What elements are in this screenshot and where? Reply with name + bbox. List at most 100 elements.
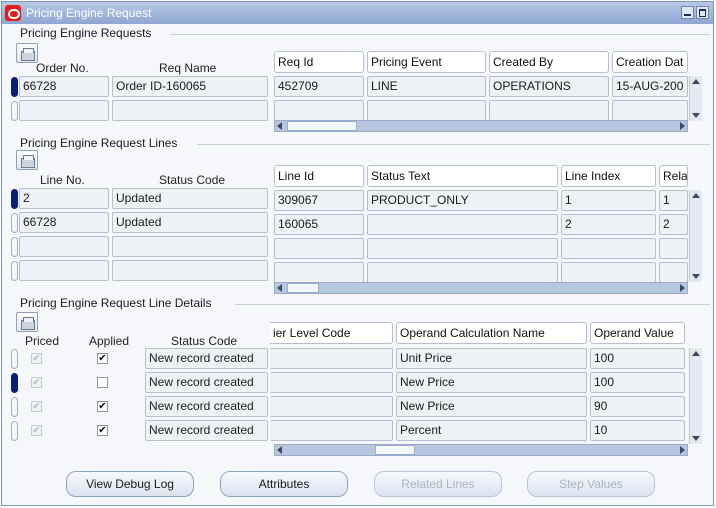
scroll-down-icon[interactable] [692,274,700,279]
line-index-cell[interactable]: 1 [561,190,656,211]
req-name-cell[interactable]: Order ID-160065 [112,76,268,97]
scroll-thumb[interactable] [287,121,357,131]
scroll-up-icon[interactable] [692,351,700,356]
line-id-cell[interactable] [274,262,364,283]
scroll-left-icon[interactable] [277,284,282,292]
scroll-up-icon[interactable] [692,193,700,198]
scroll-left-icon[interactable] [277,122,282,130]
row-selector[interactable] [11,77,18,97]
col-header-status-text[interactable]: Status Text [367,165,558,187]
order-no-cell[interactable] [19,100,109,121]
creation-date-cell[interactable]: 15-AUG-200 [612,76,688,97]
row-selector[interactable] [11,237,18,257]
row-selector[interactable] [11,101,18,121]
operand-value-cell[interactable]: 100 [590,348,685,369]
req-id-cell[interactable] [274,100,364,121]
col-header-operand-value[interactable]: Operand Value [590,322,685,344]
status-code-cell[interactable]: Updated [112,212,268,233]
row-selector[interactable] [11,397,18,417]
status-code-cell[interactable]: New record created [145,372,268,393]
scroll-right-icon[interactable] [680,284,685,292]
scroll-up-icon[interactable] [692,79,700,84]
scroll-down-icon[interactable] [692,436,700,441]
req-id-cell[interactable]: 452709 [274,76,364,97]
operand-calc-name-cell[interactable]: New Price [396,372,587,393]
rela-cell[interactable]: 2 [659,214,688,235]
col-header-line-id[interactable]: Line Id [274,165,364,187]
folder-icon[interactable] [16,43,38,63]
line-no-cell[interactable]: 66728 [19,212,109,233]
rela-cell[interactable] [659,262,688,283]
status-text-cell[interactable] [367,262,558,283]
modifier-level-code-cell[interactable] [270,348,393,369]
line-index-cell[interactable] [561,262,656,283]
col-header-operand-calculation-name[interactable]: Operand Calculation Name [396,322,587,344]
line-index-cell[interactable]: 2 [561,214,656,235]
vertical-scrollbar[interactable] [689,348,702,444]
scroll-thumb[interactable] [287,283,319,293]
operand-calc-name-cell[interactable]: Unit Price [396,348,587,369]
status-code-cell[interactable]: New record created [145,396,268,417]
operand-value-cell[interactable]: 100 [590,372,685,393]
horizontal-scrollbar[interactable] [274,282,688,294]
col-header-pricing-event[interactable]: Pricing Event [367,51,486,73]
scroll-down-icon[interactable] [692,113,700,118]
created-by-cell[interactable]: OPERATIONS [489,76,609,97]
view-debug-log-button[interactable]: View Debug Log [66,471,194,497]
status-code-cell[interactable]: New record created [145,348,268,369]
rela-cell[interactable]: 1 [659,190,688,211]
horizontal-scrollbar[interactable] [274,120,688,132]
row-selector[interactable] [11,421,18,441]
modifier-level-code-cell[interactable] [270,420,393,441]
status-code-cell[interactable]: New record created [145,420,268,441]
status-text-cell[interactable] [367,214,558,235]
modifier-level-code-cell[interactable] [270,372,393,393]
vertical-scrollbar[interactable] [689,190,702,282]
operand-calc-name-cell[interactable]: Percent [396,420,587,441]
attributes-button[interactable]: Attributes [220,471,348,497]
line-no-cell[interactable]: 2 [19,188,109,209]
row-selector[interactable] [11,261,18,281]
row-selector[interactable] [11,189,18,209]
operand-calc-name-cell[interactable]: New Price [396,396,587,417]
step-values-button[interactable]: Step Values [527,471,655,497]
line-id-cell[interactable]: 309067 [274,190,364,211]
status-text-cell[interactable] [367,238,558,259]
pricing-event-cell[interactable] [367,100,486,121]
line-id-cell[interactable]: 160065 [274,214,364,235]
col-header-creation-date[interactable]: Creation Dat [612,51,688,73]
order-no-cell[interactable]: 66728 [19,76,109,97]
related-lines-button[interactable]: Related Lines [374,471,502,497]
pricing-event-cell[interactable]: LINE [367,76,486,97]
req-name-cell[interactable] [112,100,268,121]
applied-checkbox[interactable] [97,353,108,364]
folder-icon[interactable] [16,150,38,170]
applied-checkbox[interactable] [97,401,108,412]
col-header-req-id[interactable]: Req Id [274,51,364,73]
row-selector[interactable] [11,213,18,233]
horizontal-scrollbar[interactable] [274,444,688,456]
creation-date-cell[interactable] [612,100,688,121]
minimize-icon[interactable] [681,6,694,19]
col-header-modifier-level-code[interactable]: ier Level Code [270,322,393,344]
rela-cell[interactable] [659,238,688,259]
line-no-cell[interactable] [19,260,109,281]
col-header-created-by[interactable]: Created By [489,51,609,73]
applied-checkbox[interactable] [97,377,108,388]
status-code-cell[interactable] [112,236,268,257]
vertical-scrollbar[interactable] [689,76,702,121]
modifier-level-code-cell[interactable] [270,396,393,417]
scroll-right-icon[interactable] [680,122,685,130]
status-text-cell[interactable]: PRODUCT_ONLY [367,190,558,211]
line-index-cell[interactable] [561,238,656,259]
line-no-cell[interactable] [19,236,109,257]
created-by-cell[interactable] [489,100,609,121]
scroll-left-icon[interactable] [277,446,282,454]
col-header-rela[interactable]: Rela [659,165,688,187]
line-id-cell[interactable] [274,238,364,259]
maximize-icon[interactable] [696,6,709,19]
scroll-right-icon[interactable] [680,446,685,454]
row-selector[interactable] [11,373,18,393]
scroll-thumb[interactable] [375,445,415,455]
status-code-cell[interactable] [112,260,268,281]
